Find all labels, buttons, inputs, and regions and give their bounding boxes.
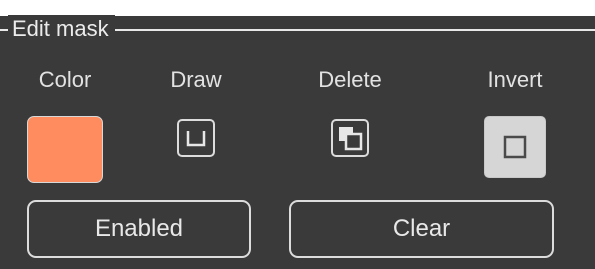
- invert-square-icon: [503, 135, 527, 159]
- group-title: Edit mask: [8, 15, 115, 43]
- draw-label: Draw: [170, 67, 222, 92]
- invert-button[interactable]: [484, 116, 546, 178]
- draw-button[interactable]: [177, 119, 215, 157]
- delete-button[interactable]: [331, 119, 369, 157]
- color-label: Color: [38, 67, 92, 92]
- delete-layers-icon: [339, 127, 363, 151]
- mask-color-swatch[interactable]: [27, 116, 103, 183]
- clear-button[interactable]: Clear: [289, 200, 554, 258]
- delete-label: Delete: [318, 67, 382, 92]
- draw-corner-icon: [186, 131, 206, 147]
- top-cropped-strip: [0, 0, 595, 16]
- enabled-button[interactable]: Enabled: [27, 200, 251, 258]
- invert-label: Invert: [487, 67, 543, 92]
